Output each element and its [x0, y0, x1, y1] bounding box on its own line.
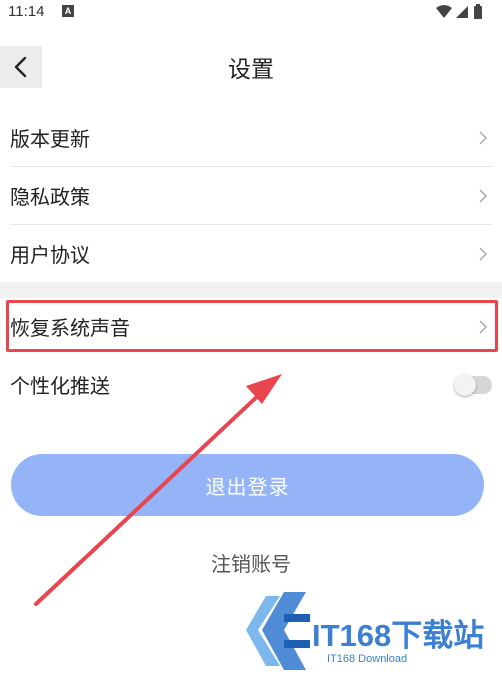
settings-screen: 11:14 A 设置 版本更新 隐私政策 用户协议 恢复系统声音 个性化推送 退…: [0, 0, 502, 681]
watermark: IT168下载站 IT168 Download: [244, 590, 496, 676]
watermark-subtext: IT168 Download: [327, 653, 408, 665]
watermark-brand: IT168下载站: [312, 618, 485, 653]
annotation-arrow-icon: [34, 374, 282, 606]
watermark-logo-icon: [246, 592, 310, 670]
